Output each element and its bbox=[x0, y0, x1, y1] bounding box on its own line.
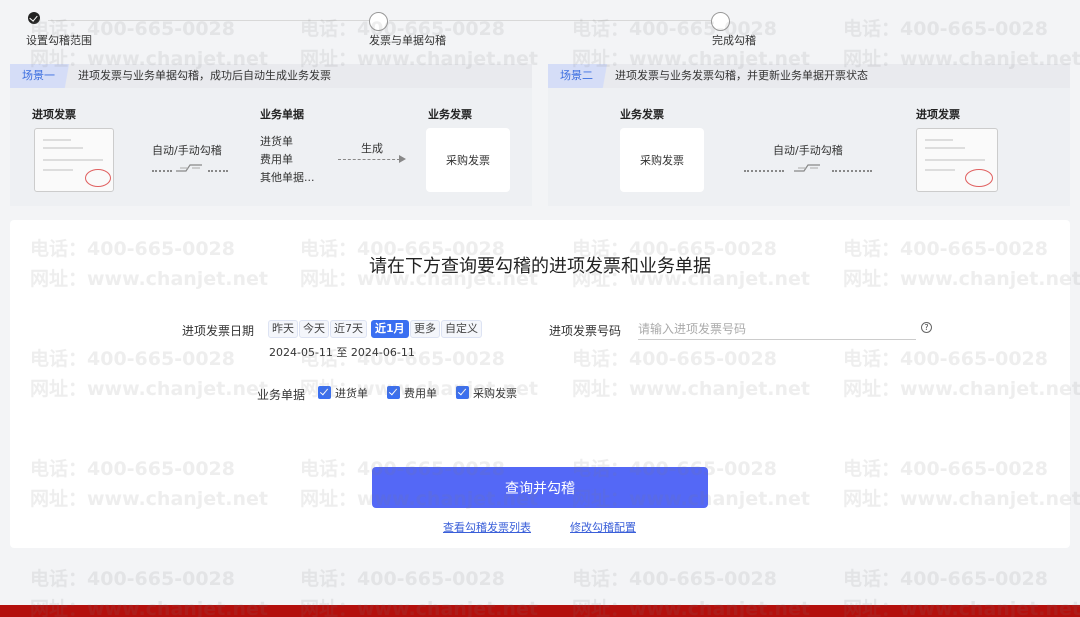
checkbox-label: 费用单 bbox=[404, 387, 437, 400]
checkbox-expense[interactable]: 费用单 bbox=[387, 385, 437, 400]
doc-type: 其他单据... bbox=[260, 171, 315, 184]
arrow-right-icon bbox=[399, 155, 406, 163]
date-chip-more[interactable]: 更多 bbox=[410, 320, 440, 338]
invoice-icon bbox=[34, 128, 114, 192]
checkbox-checked-icon bbox=[456, 386, 469, 399]
doc-type: 费用单 bbox=[260, 153, 293, 166]
card-label: 采购发票 bbox=[446, 154, 490, 167]
scenario-tag: 场景二 bbox=[548, 64, 619, 88]
invoice-icon bbox=[916, 128, 998, 192]
progress-stepper: 设置勾稽范围 发票与单据勾稽 完成勾稽 bbox=[0, 0, 1080, 50]
col-title-input-invoice: 进项发票 bbox=[916, 108, 960, 121]
query-and-reconcile-button[interactable]: 查询并勾稽 bbox=[372, 467, 708, 508]
col-title-input-invoice: 进项发票 bbox=[32, 108, 76, 121]
col-title-business-doc: 业务单据 bbox=[260, 108, 304, 121]
view-reconcile-list-link[interactable]: 查看勾稽发票列表 bbox=[443, 519, 531, 535]
scenario-header: 场景二 进项发票与业务发票勾稽，并更新业务单据开票状态 bbox=[548, 64, 1070, 88]
generate-label: 生成 bbox=[361, 142, 383, 155]
step-label-1: 设置勾稽范围 bbox=[26, 34, 92, 47]
step-label-2: 发票与单据勾稽 bbox=[369, 34, 446, 47]
step-connector bbox=[48, 20, 370, 21]
scenario-description: 进项发票与业务单据勾稽，成功后自动生成业务发票 bbox=[78, 69, 331, 82]
checkbox-purchase-invoice[interactable]: 采购发票 bbox=[456, 385, 517, 400]
invoice-no-label: 进项发票号码 bbox=[549, 324, 622, 338]
date-label: 进项发票日期 bbox=[182, 324, 255, 338]
col-title-business-invoice: 业务发票 bbox=[620, 108, 664, 121]
checkbox-checked-icon bbox=[318, 386, 331, 399]
card-label: 采购发票 bbox=[640, 154, 684, 167]
step-connector bbox=[389, 20, 711, 21]
step-pending-icon bbox=[711, 12, 730, 31]
stamp-icon bbox=[965, 169, 993, 187]
scenario-one-panel: 场景一 进项发票与业务单据勾稽，成功后自动生成业务发票 进项发票 自动/手动勾稽… bbox=[10, 64, 532, 206]
dotted-line bbox=[832, 170, 872, 172]
doc-type: 进货单 bbox=[260, 135, 293, 148]
stamp-icon bbox=[85, 169, 111, 187]
query-card: 请在下方查询要勾稽的进项发票和业务单据 进项发票日期 昨天 今天 近7天 近1月… bbox=[10, 220, 1070, 548]
link-chain-icon bbox=[176, 164, 202, 172]
checkbox-label: 进货单 bbox=[335, 387, 368, 400]
purchase-invoice-card: 采购发票 bbox=[620, 128, 704, 192]
scenario-diagram: 进项发票 自动/手动勾稽 业务单据 进货单 费用单 其他单据... 生成 业务发… bbox=[10, 88, 532, 206]
dotted-line bbox=[208, 170, 228, 172]
col-title-business-invoice: 业务发票 bbox=[428, 108, 472, 121]
purchase-invoice-card: 采购发票 bbox=[426, 128, 510, 192]
doc-type-checkboxes: 进货单 费用单 采购发票 bbox=[318, 385, 558, 401]
dotted-line bbox=[152, 170, 172, 172]
step-pending-icon bbox=[369, 12, 388, 31]
link-label: 自动/手动勾稽 bbox=[773, 144, 843, 157]
bottom-bar bbox=[0, 605, 1080, 617]
date-range-value[interactable]: 2024-05-11 至 2024-06-11 bbox=[269, 344, 415, 360]
date-chip-today[interactable]: 今天 bbox=[299, 320, 329, 338]
date-quick-options: 昨天 今天 近7天 近1月 更多 自定义 bbox=[268, 320, 508, 338]
date-chip-yesterday[interactable]: 昨天 bbox=[268, 320, 298, 338]
step-done-icon bbox=[28, 12, 40, 24]
invoice-no-input[interactable] bbox=[638, 318, 916, 340]
checkbox-label: 采购发票 bbox=[473, 387, 517, 400]
scenario-description: 进项发票与业务发票勾稽，并更新业务单据开票状态 bbox=[615, 69, 868, 82]
scenario-tag: 场景一 bbox=[10, 64, 81, 88]
page-title: 请在下方查询要勾稽的进项发票和业务单据 bbox=[369, 256, 711, 277]
checkbox-purchase-order[interactable]: 进货单 bbox=[318, 385, 368, 400]
arrow-line bbox=[338, 159, 400, 160]
link-label: 自动/手动勾稽 bbox=[152, 144, 222, 157]
edit-reconcile-config-link[interactable]: 修改勾稽配置 bbox=[570, 519, 636, 535]
dotted-line bbox=[744, 170, 784, 172]
date-chip-1month[interactable]: 近1月 bbox=[371, 320, 409, 338]
link-chain-icon bbox=[794, 164, 820, 172]
scenario-header: 场景一 进项发票与业务单据勾稽，成功后自动生成业务发票 bbox=[10, 64, 532, 88]
date-chip-7days[interactable]: 近7天 bbox=[330, 320, 367, 338]
scenario-diagram: 业务发票 采购发票 自动/手动勾稽 进项发票 bbox=[548, 88, 1070, 206]
question-circle-icon[interactable]: ? bbox=[921, 322, 932, 333]
step-label-3: 完成勾稽 bbox=[712, 34, 756, 47]
checkbox-checked-icon bbox=[387, 386, 400, 399]
scenario-two-panel: 场景二 进项发票与业务发票勾稽，并更新业务单据开票状态 业务发票 采购发票 自动… bbox=[548, 64, 1070, 206]
date-chip-custom[interactable]: 自定义 bbox=[441, 320, 482, 338]
doc-type-label: 业务单据 bbox=[257, 388, 306, 402]
